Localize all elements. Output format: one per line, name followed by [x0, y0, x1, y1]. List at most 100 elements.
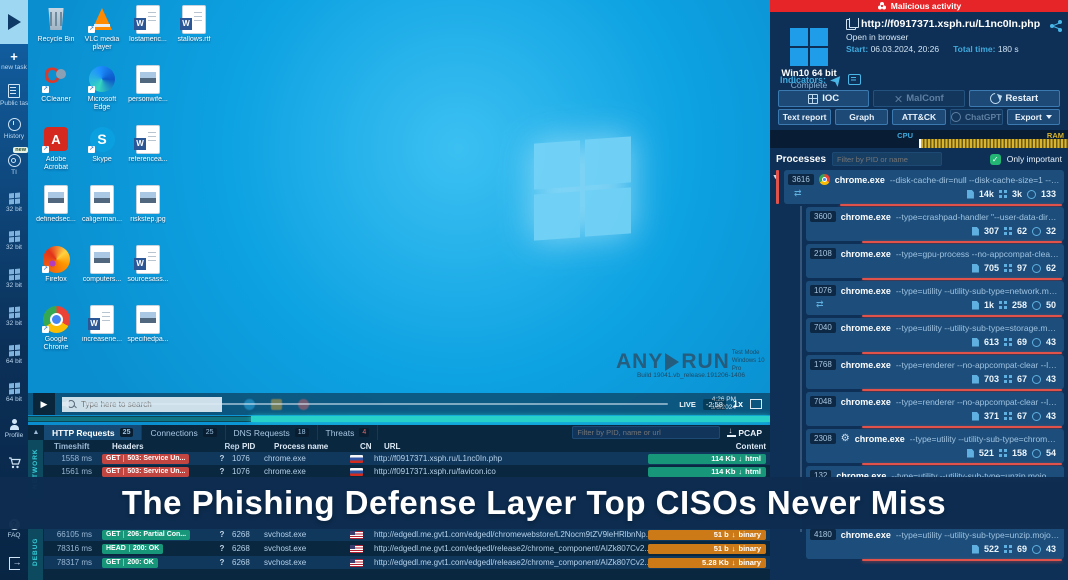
os-32bit-button[interactable]: 32 bit: [0, 222, 28, 260]
report-indicator-icon[interactable]: [848, 74, 861, 85]
fullscreen-icon[interactable]: [750, 399, 762, 409]
ioc-button[interactable]: IOC: [778, 90, 869, 107]
os-32bit-button[interactable]: 32 bit: [0, 184, 28, 222]
desktop-icon-file[interactable]: computers...: [80, 244, 124, 302]
desktop-icon-google-chrome[interactable]: Google Chrome: [34, 304, 78, 362]
desktop-icon-file[interactable]: sourcesass...: [126, 244, 170, 302]
image-file-icon: [44, 185, 68, 214]
share-icon[interactable]: [1050, 20, 1062, 32]
events-icon: [972, 338, 979, 347]
desktop-icon-adobe-acrobat[interactable]: Adobe Acrobat: [34, 124, 78, 182]
vm-screen[interactable]: Recycle Bin CCleaner Adobe Acrobat defin…: [28, 0, 770, 425]
chrome-process-icon: [819, 174, 830, 185]
desktop-icon-file[interactable]: caligerman...: [80, 184, 124, 242]
tab-connections[interactable]: Connections25: [142, 425, 225, 440]
request-row[interactable]: 78316 ms HEAD200: OK ? 6268 svchost.exe …: [44, 542, 770, 555]
desktop-icon-file[interactable]: stallows.rtf: [172, 4, 216, 62]
session-progress-bar[interactable]: [28, 416, 770, 422]
resource-meter: CPU RAM: [770, 130, 1068, 148]
profile-button[interactable]: Profile: [0, 412, 28, 446]
text-report-button[interactable]: Text report: [778, 109, 831, 125]
player-timeline[interactable]: [84, 403, 668, 405]
restart-button[interactable]: Restart: [969, 90, 1060, 107]
desktop-icons: Recycle Bin CCleaner Adobe Acrobat defin…: [34, 4, 216, 364]
network-filter-input[interactable]: [572, 426, 720, 439]
status-badge: GET200: OK: [102, 558, 158, 568]
process-row[interactable]: 2108chrome.exe--type=gpu-process --no-ap…: [806, 244, 1064, 278]
attck-button[interactable]: ATT&CK: [892, 109, 945, 125]
network-count-icon: [1032, 375, 1041, 384]
process-row[interactable]: 1768chrome.exe--type=renderer --no-appco…: [806, 355, 1064, 389]
os-64bit-button[interactable]: 64 bit: [0, 374, 28, 412]
content-badge[interactable]: 114 Kb↓html: [648, 454, 766, 464]
graph-button[interactable]: Graph: [835, 109, 888, 125]
play-button[interactable]: ▶: [33, 393, 55, 415]
process-row[interactable]: 1076chrome.exe--type=utility --utility-s…: [806, 281, 1064, 315]
request-row[interactable]: 1558 ms GET503: Service Un... ? 1076 chr…: [44, 452, 770, 465]
image-file-icon: [136, 65, 160, 94]
desktop-icon-file[interactable]: definedsec...: [34, 184, 78, 242]
threat-intelligence-button[interactable]: newTI: [0, 146, 28, 184]
rocket-indicator-icon[interactable]: [830, 72, 844, 86]
process-row[interactable]: 3600chrome.exe--type=crashpad-handler "-…: [806, 207, 1064, 241]
events-icon: [972, 545, 979, 554]
desktop-icon-recycle-bin[interactable]: Recycle Bin: [34, 4, 78, 62]
anyrun-logo[interactable]: [0, 0, 28, 44]
collapse-panel-icon[interactable]: ▲: [28, 429, 44, 436]
request-row[interactable]: 78317 ms GET200: OK ? 6268 svchost.exe h…: [44, 556, 770, 569]
playback-speed[interactable]: 1x: [733, 399, 743, 409]
desktop-icon-vlc[interactable]: VLC media player: [80, 4, 124, 62]
desktop-icon-skype[interactable]: Skype: [80, 124, 124, 182]
open-in-browser-link[interactable]: Open in browser: [846, 32, 908, 42]
os-32bit-button[interactable]: 32 bit: [0, 298, 28, 336]
tab-http-requests[interactable]: HTTP Requests25: [44, 425, 142, 440]
section-debug-label: DEBUG: [28, 524, 43, 580]
desktop-icon-file[interactable]: personwife...: [126, 64, 170, 122]
only-important-checkbox[interactable]: ✓: [990, 154, 1001, 165]
content-badge[interactable]: 5.28 Kb↓binary: [648, 558, 766, 568]
live-indicator: LIVE: [679, 400, 696, 409]
export-button[interactable]: Export: [1007, 109, 1060, 125]
process-row[interactable]: 2308chrome.exe--type=utility --utility-s…: [806, 429, 1064, 463]
desktop-icon-file[interactable]: riskstep.jpg: [126, 184, 170, 242]
desktop-icon-file[interactable]: lostameric...: [126, 4, 170, 62]
modules-icon: [1004, 338, 1012, 346]
desktop-icon-file[interactable]: referencea...: [126, 124, 170, 182]
events-icon: [972, 264, 979, 273]
cart-button[interactable]: [0, 446, 28, 480]
network-count-icon: [1032, 338, 1041, 347]
os-64bit-button[interactable]: 64 bit: [0, 336, 28, 374]
modules-icon: [1004, 264, 1012, 272]
content-badge[interactable]: 114 Kb↓html: [648, 467, 766, 477]
desktop-icon-ccleaner[interactable]: CCleaner: [34, 64, 78, 122]
tab-threats[interactable]: Threats4: [318, 425, 379, 440]
redirect-icon: ⇄: [816, 299, 824, 310]
malconf-button[interactable]: MalConf: [873, 90, 964, 107]
process-filter-input[interactable]: [832, 152, 942, 166]
public-tasks-button[interactable]: Public tasks: [0, 78, 28, 112]
request-row[interactable]: 66105 ms GET206: Partial Con... ? 6268 s…: [44, 528, 770, 541]
new-task-button[interactable]: +new task: [0, 44, 28, 78]
network-count-icon: [1032, 264, 1041, 273]
status-badge: GET206: Partial Con...: [102, 530, 190, 540]
pcap-download-button[interactable]: PCAP: [720, 428, 770, 438]
content-badge[interactable]: 51 b↓binary: [648, 544, 766, 554]
desktop-icon-file[interactable]: increasene...: [80, 304, 124, 362]
tab-dns-requests[interactable]: DNS Requests18: [226, 425, 318, 440]
desktop-icon-firefox[interactable]: Firefox: [34, 244, 78, 302]
anyrun-watermark: ANY RUN Test ModeWindows 10 Pro Build 19…: [616, 350, 766, 379]
os-32bit-button[interactable]: 32 bit: [0, 260, 28, 298]
history-button[interactable]: History: [0, 112, 28, 146]
exit-icon: [9, 557, 20, 570]
desktop-icon-file[interactable]: specifiedpa...: [126, 304, 170, 362]
chatgpt-button[interactable]: ChatGPT: [950, 109, 1003, 125]
process-row[interactable]: ▼ 3616chrome.exe--disk-cache-dir=null --…: [784, 170, 1064, 204]
process-row[interactable]: 4180chrome.exe--type=utility --utility-s…: [806, 525, 1064, 559]
copy-icon[interactable]: [846, 19, 856, 30]
process-row[interactable]: 7048chrome.exe--type=renderer --no-appco…: [806, 392, 1064, 426]
desktop-icon-edge[interactable]: Microsoft Edge: [80, 64, 124, 122]
content-badge[interactable]: 51 b↓binary: [648, 530, 766, 540]
process-row[interactable]: 7040chrome.exe--type=utility --utility-s…: [806, 318, 1064, 352]
modules-icon: [999, 449, 1007, 457]
exit-button[interactable]: [0, 546, 28, 580]
